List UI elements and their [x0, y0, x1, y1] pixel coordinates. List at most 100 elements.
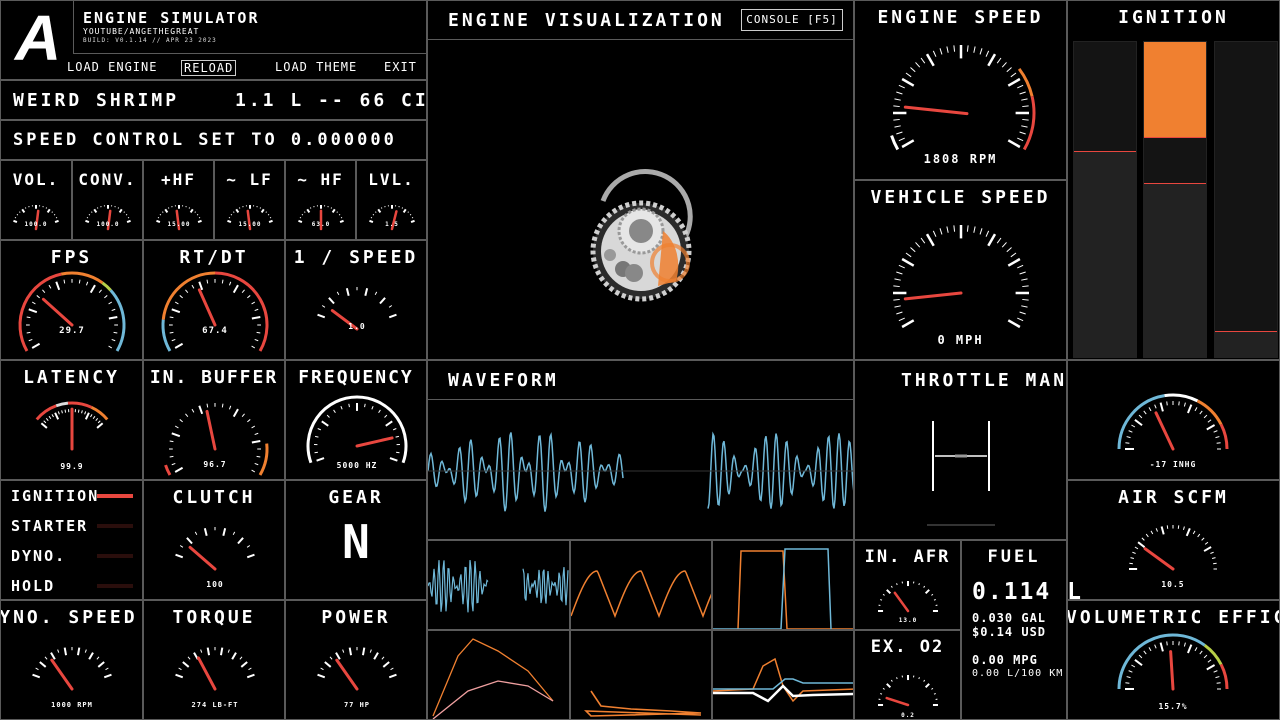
clutch-title: CLUTCH [172, 487, 256, 508]
frequency-title: FREQUENCY [298, 367, 414, 388]
gauge-tick [26, 316, 31, 319]
gauge-tick [88, 652, 94, 660]
o2-gauge: 0.2 [878, 675, 938, 719]
power-title: POWER [321, 607, 391, 628]
gauge-tick [179, 419, 183, 423]
gauge-tick [894, 125, 901, 128]
gauge-tick [973, 226, 976, 233]
gauge-value: 100.0 [96, 221, 119, 228]
gauge-needle [885, 696, 910, 707]
gauge-band [1203, 644, 1223, 666]
gauge-tick [157, 217, 160, 219]
gauge-tick [43, 420, 47, 424]
dyno-speed-gauge-panel: DYNO. SPEED 1000 RPM [0, 600, 143, 720]
load-engine-button[interactable]: LOAD ENGINE [67, 60, 157, 74]
gauge-tick [247, 295, 251, 299]
gauge-tick [174, 425, 179, 429]
throttle-indicator [927, 421, 995, 526]
engine-name-panel: WEIRD SHRIMP 1.1 L -- 66 CI [0, 80, 427, 120]
gauge-tick [1216, 442, 1221, 444]
gauge-tick [985, 230, 990, 237]
gauge-value: 15.00 [238, 221, 261, 228]
gauge-tick [98, 289, 102, 293]
gauge-tick [179, 295, 183, 299]
gauge-tick [369, 219, 374, 224]
gauge-tick [1203, 654, 1208, 659]
gauge-band [258, 443, 269, 476]
gauge-tick [329, 656, 333, 660]
waveform-title: WAVEFORM [448, 370, 559, 391]
gauge-tick [896, 583, 898, 586]
console-button[interactable]: CONSOLE [F5] [741, 9, 843, 31]
gauge-tick [53, 213, 56, 216]
gauge-tick [932, 50, 937, 57]
gauge-value: 15.00 [167, 221, 190, 228]
gauge-tick [254, 308, 259, 312]
gauge-tick [1006, 247, 1012, 253]
gauge-tick [260, 208, 265, 213]
gauge-tick [228, 405, 232, 410]
vol-gauge: 100.0 [13, 205, 59, 231]
fps-gauge-panel: FPS 29.7 [0, 240, 143, 360]
reload-button[interactable]: RELOAD [181, 60, 237, 76]
gauge-value: -17 INHG [1150, 460, 1197, 469]
gauge-band [1117, 394, 1165, 450]
gauge-tick [1207, 659, 1212, 663]
gauge-tick [385, 420, 393, 427]
gauge-tick [51, 414, 54, 418]
gauge-tick [1215, 436, 1220, 439]
gauge-tick [45, 418, 49, 422]
gauge-tick [932, 230, 937, 237]
gauge-band [60, 271, 104, 285]
gauge-band [161, 319, 172, 352]
gauge-tick [246, 673, 255, 679]
gauge-tick [1143, 650, 1147, 655]
voleff-gauge: 15.7% [1117, 633, 1229, 711]
gauge-tick [206, 279, 209, 284]
gauge-tick [314, 435, 319, 438]
gauge-tick [882, 687, 885, 690]
gauge-value: 99.9 [60, 462, 83, 471]
fuel-usd: $0.14 USD [972, 625, 1047, 639]
gauge-tick [918, 583, 920, 586]
air-scfm-gauge-panel: AIR SCFM 10.5 [1067, 480, 1280, 600]
gauge-tick [1160, 526, 1165, 535]
gauge-tick [118, 208, 123, 213]
gauge-tick [369, 649, 372, 653]
gauge-tick [84, 649, 87, 653]
gauge-tick [268, 219, 273, 224]
gauge-tick [339, 219, 344, 224]
trace [428, 560, 489, 613]
gauge-tick [379, 297, 386, 305]
gauge-tick [1007, 319, 1021, 329]
gauge-tick [93, 208, 98, 213]
hf-gauge: 15.00 [156, 205, 202, 231]
gauge-tick [388, 305, 393, 308]
gauge-band [109, 289, 126, 352]
gauge-tick [1128, 670, 1133, 673]
gauge-needle [188, 545, 217, 571]
gauge-tick [338, 213, 341, 216]
engine-speed-value: 1808 RPM [923, 152, 998, 166]
trace [583, 690, 702, 717]
gauge-tick [1201, 537, 1205, 541]
lf-gauge-panel: ~ LF 15.00 [214, 160, 285, 240]
ignition-bar-fill [1074, 151, 1136, 357]
gauge-tick [920, 237, 926, 244]
load-theme-button[interactable]: LOAD THEME [275, 60, 357, 74]
gauge-tick [1131, 664, 1136, 668]
power-gauge-panel: POWER 77 HP [285, 600, 427, 720]
app-build: BUILD: V0.1.14 // APR 23 2023 [83, 37, 217, 44]
gauge-tick [901, 257, 915, 267]
gear-title: GEAR [328, 487, 384, 508]
lf-title: ~ LF [226, 170, 273, 189]
clutch-gauge: 100 [175, 527, 255, 589]
gauge-tick [1134, 658, 1143, 667]
gauge-tick [1203, 546, 1212, 552]
gauge-tick [1215, 676, 1220, 679]
gauge-tick [331, 208, 336, 213]
exit-button[interactable]: EXIT [384, 60, 417, 74]
gauge-tick [890, 585, 893, 588]
latency-title: LATENCY [23, 367, 120, 388]
gauge-tick [410, 219, 415, 224]
